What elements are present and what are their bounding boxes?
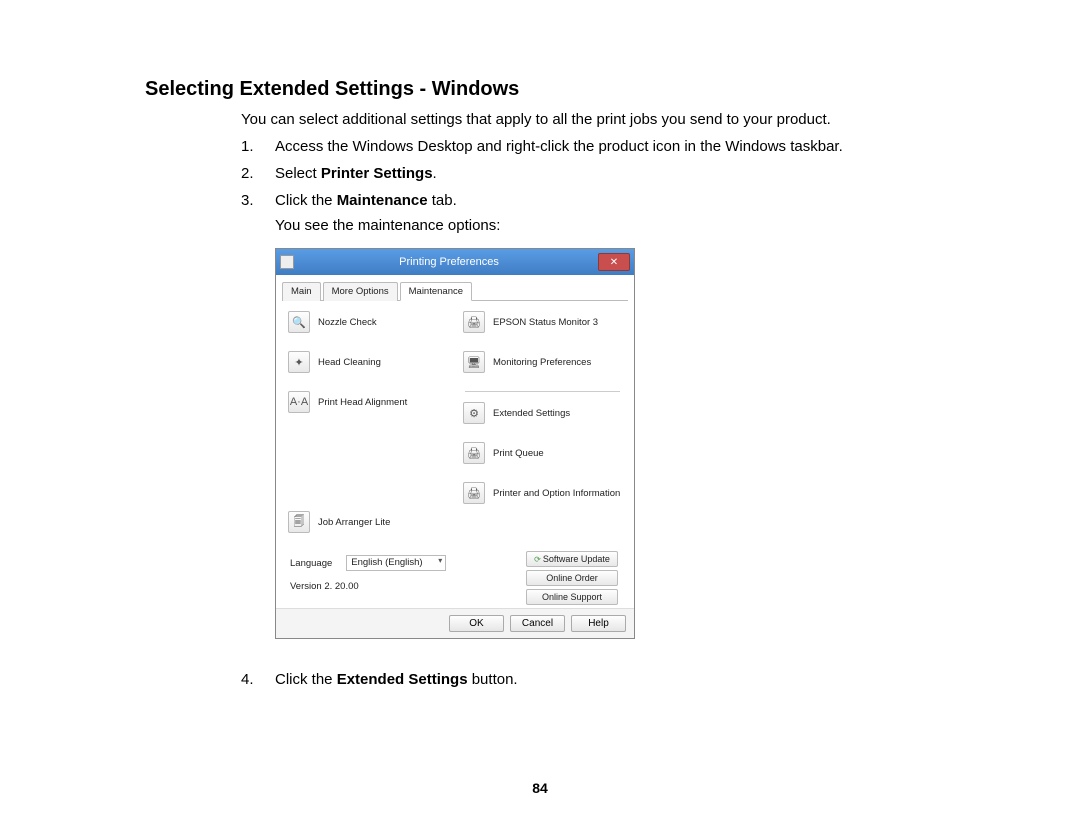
step-4-bold: Extended Settings: [337, 671, 468, 688]
dialog-footer: OK Cancel Help: [276, 608, 634, 638]
software-update-button[interactable]: ⟳Software Update: [526, 551, 618, 567]
cancel-button[interactable]: Cancel: [510, 615, 565, 632]
dialog-body: Main More Options Maintenance 🔍 Nozzle C…: [276, 275, 634, 608]
head-cleaning-label: Head Cleaning: [318, 357, 381, 368]
step-number: 2.: [241, 163, 254, 184]
dialog-title: Printing Preferences: [300, 256, 598, 268]
step-3-pre: Click the: [275, 192, 337, 209]
queue-icon: 🖨: [463, 442, 485, 464]
divider: [465, 391, 620, 392]
step-3-followup: You see the maintenance options:: [275, 217, 935, 234]
nozzle-check-button[interactable]: 🔍 Nozzle Check: [288, 311, 449, 333]
dialog-titlebar: Printing Preferences ✕: [276, 249, 634, 275]
settings-icon: ⚙: [463, 402, 485, 424]
step-4-post: button.: [468, 671, 518, 688]
close-button[interactable]: ✕: [598, 253, 630, 271]
monitoring-preferences-label: Monitoring Preferences: [493, 357, 591, 368]
step-1: 1. Access the Windows Desktop and right-…: [241, 136, 935, 157]
tab-more-options[interactable]: More Options: [323, 282, 398, 301]
status-monitor-label: EPSON Status Monitor 3: [493, 317, 598, 328]
step-number: 4.: [241, 669, 254, 690]
step-2-bold: Printer Settings: [321, 165, 433, 182]
window-system-icon: [280, 255, 294, 269]
software-update-label: Software Update: [543, 554, 610, 564]
maintenance-left-column: 🔍 Nozzle Check ✦ Head Cleaning A·A Print…: [282, 307, 455, 551]
step-number: 1.: [241, 136, 254, 157]
maintenance-right-column: 🖨 EPSON Status Monitor 3 🖥 Monitoring Pr…: [455, 307, 628, 551]
language-label: Language: [290, 558, 332, 569]
update-icon: ⟳: [534, 555, 541, 564]
version-text: Version 2. 20.00: [282, 575, 526, 602]
page-heading: Selecting Extended Settings - Windows: [145, 78, 935, 101]
language-select[interactable]: English (English): [346, 555, 446, 571]
step-number: 3.: [241, 190, 254, 211]
step-3: 3. Click the Maintenance tab.: [241, 190, 935, 211]
job-arranger-icon: 🗐: [288, 511, 310, 533]
printer-icon: 🖨: [463, 311, 485, 333]
step-2-post: .: [433, 165, 437, 182]
print-head-alignment-button[interactable]: A·A Print Head Alignment: [288, 391, 449, 413]
extended-settings-label: Extended Settings: [493, 408, 570, 419]
step-2-pre: Select: [275, 165, 321, 182]
step-3-bold: Maintenance: [337, 192, 428, 209]
ok-button[interactable]: OK: [449, 615, 504, 632]
step-2: 2. Select Printer Settings.: [241, 163, 935, 184]
extended-settings-button[interactable]: ⚙ Extended Settings: [463, 402, 622, 424]
print-queue-button[interactable]: 🖨 Print Queue: [463, 442, 622, 464]
printer-option-info-button[interactable]: 🖨 Printer and Option Information: [463, 482, 622, 504]
info-icon: 🖨: [463, 482, 485, 504]
print-head-alignment-label: Print Head Alignment: [318, 397, 407, 408]
job-arranger-label: Job Arranger Lite: [318, 517, 390, 528]
status-monitor-button[interactable]: 🖨 EPSON Status Monitor 3: [463, 311, 622, 333]
printing-preferences-dialog: Printing Preferences ✕ Main More Options…: [275, 248, 635, 639]
step-3-post: tab.: [428, 192, 457, 209]
online-order-button[interactable]: Online Order: [526, 570, 618, 586]
head-cleaning-button[interactable]: ✦ Head Cleaning: [288, 351, 449, 373]
help-button[interactable]: Help: [571, 615, 626, 632]
page-number: 84: [0, 780, 1080, 796]
dialog-screenshot: Printing Preferences ✕ Main More Options…: [275, 248, 935, 639]
language-row: Language English (English): [282, 551, 526, 575]
step-4-pre: Click the: [275, 671, 337, 688]
monitoring-icon: 🖥: [463, 351, 485, 373]
print-queue-label: Print Queue: [493, 448, 544, 459]
magnifier-icon: 🔍: [288, 311, 310, 333]
step-4: 4. Click the Extended Settings button.: [241, 669, 935, 690]
tab-main[interactable]: Main: [282, 282, 321, 301]
intro-text: You can select additional settings that …: [241, 111, 935, 128]
dialog-tabs: Main More Options Maintenance: [282, 279, 628, 301]
alignment-icon: A·A: [288, 391, 310, 413]
job-arranger-button[interactable]: 🗐 Job Arranger Lite: [288, 511, 449, 533]
printer-option-info-label: Printer and Option Information: [493, 488, 620, 499]
tab-maintenance[interactable]: Maintenance: [400, 282, 472, 301]
step-1-text: Access the Windows Desktop and right-cli…: [275, 138, 843, 155]
nozzle-check-label: Nozzle Check: [318, 317, 377, 328]
monitoring-preferences-button[interactable]: 🖥 Monitoring Preferences: [463, 351, 622, 373]
spray-icon: ✦: [288, 351, 310, 373]
online-support-button[interactable]: Online Support: [526, 589, 618, 605]
